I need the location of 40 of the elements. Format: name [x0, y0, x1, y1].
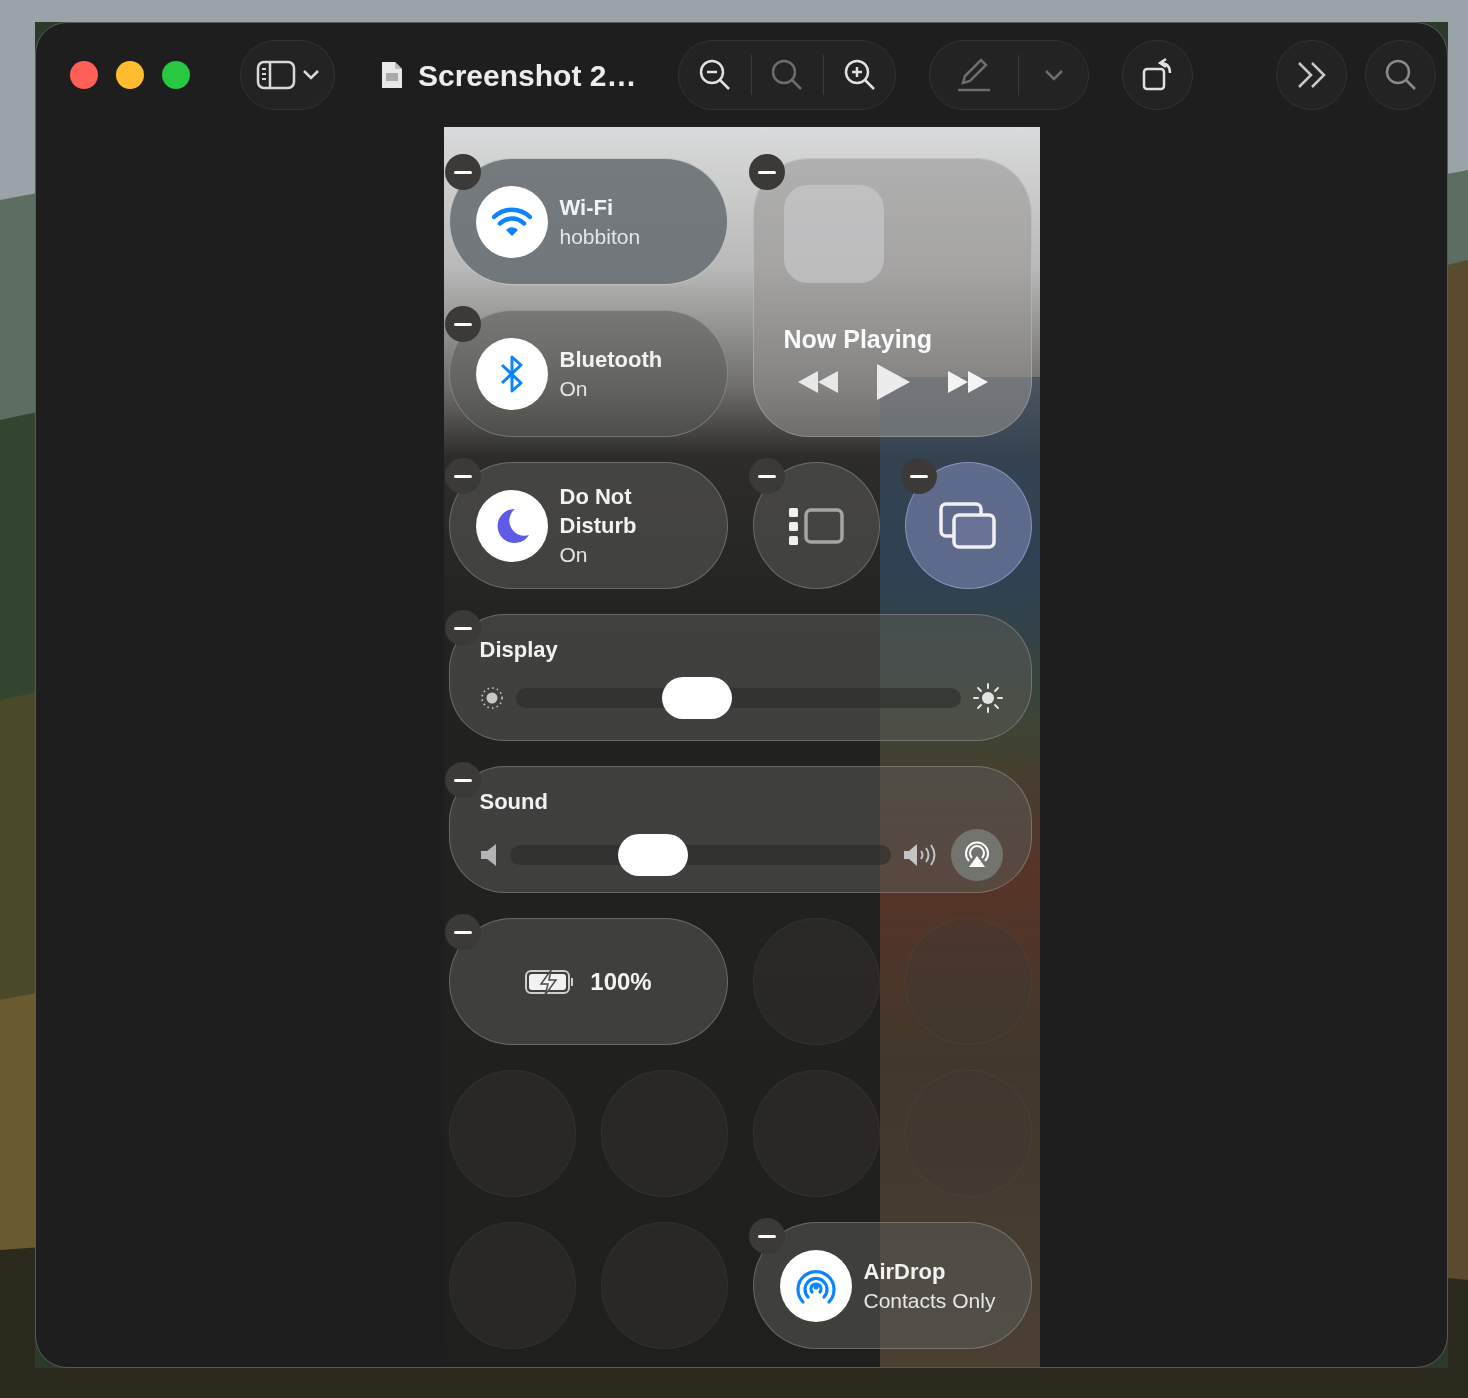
- stage-manager-icon: [787, 505, 845, 546]
- tile-status: On: [559, 375, 589, 402]
- remove-button[interactable]: [748, 1218, 785, 1254]
- remove-button[interactable]: [444, 914, 481, 950]
- tile-title: Bluetooth: [559, 345, 663, 374]
- tile-title: Sound: [479, 788, 548, 816]
- tile-status: On: [559, 542, 589, 568]
- remove-button[interactable]: [748, 458, 785, 494]
- caret-icon: [301, 69, 320, 81]
- tile-title: Wi-Fi: [559, 193, 615, 222]
- remove-button[interactable]: [444, 458, 481, 494]
- tile-title: Now Playing: [783, 325, 933, 354]
- remove-button[interactable]: [444, 154, 481, 190]
- tile-status: Contacts Only: [863, 1287, 996, 1314]
- remove-button[interactable]: [748, 154, 785, 190]
- sun-icon: [972, 683, 1003, 713]
- document-icon: [380, 60, 404, 90]
- slider-thumb[interactable]: [661, 677, 732, 719]
- tile-title: Display: [479, 636, 558, 664]
- slider-thumb[interactable]: [618, 834, 689, 876]
- zoom-button[interactable]: [162, 61, 190, 89]
- sun-icon: [479, 686, 504, 710]
- wifi-icon: [491, 205, 532, 238]
- tile-title: Do Not Disturb: [559, 483, 638, 540]
- remove-button[interactable]: [444, 762, 481, 798]
- window-title: Screenshot 2…: [418, 57, 637, 94]
- minimize-button[interactable]: [116, 61, 144, 89]
- sidebar-icon: [255, 60, 296, 90]
- caret-icon[interactable]: [1043, 69, 1064, 81]
- zoom-in-icon[interactable]: [842, 58, 877, 92]
- tile-status: hobbiton: [559, 223, 641, 250]
- close-button[interactable]: [70, 61, 98, 89]
- battery-percentage: 100%: [590, 966, 652, 997]
- windows-icon: [939, 501, 997, 550]
- remove-button[interactable]: [444, 306, 481, 342]
- fast-forward-icon[interactable]: [945, 369, 990, 395]
- tile-title: AirDrop: [863, 1257, 947, 1286]
- speaker-icon: [479, 843, 498, 867]
- remove-button[interactable]: [444, 610, 481, 646]
- search-icon: [1383, 58, 1418, 92]
